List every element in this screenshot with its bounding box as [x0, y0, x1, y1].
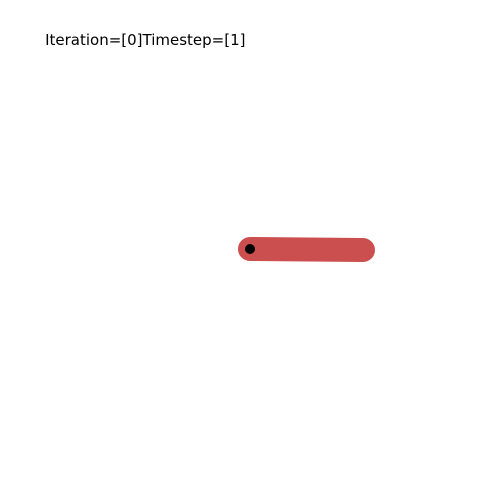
- pendulum-render-frame: Iteration=[0]Timestep=[1]: [0, 0, 500, 500]
- pendulum-pivot: [245, 244, 255, 254]
- pendulum-pole: [238, 237, 375, 262]
- pendulum: [238, 237, 375, 262]
- pendulum-canvas: [238, 237, 375, 262]
